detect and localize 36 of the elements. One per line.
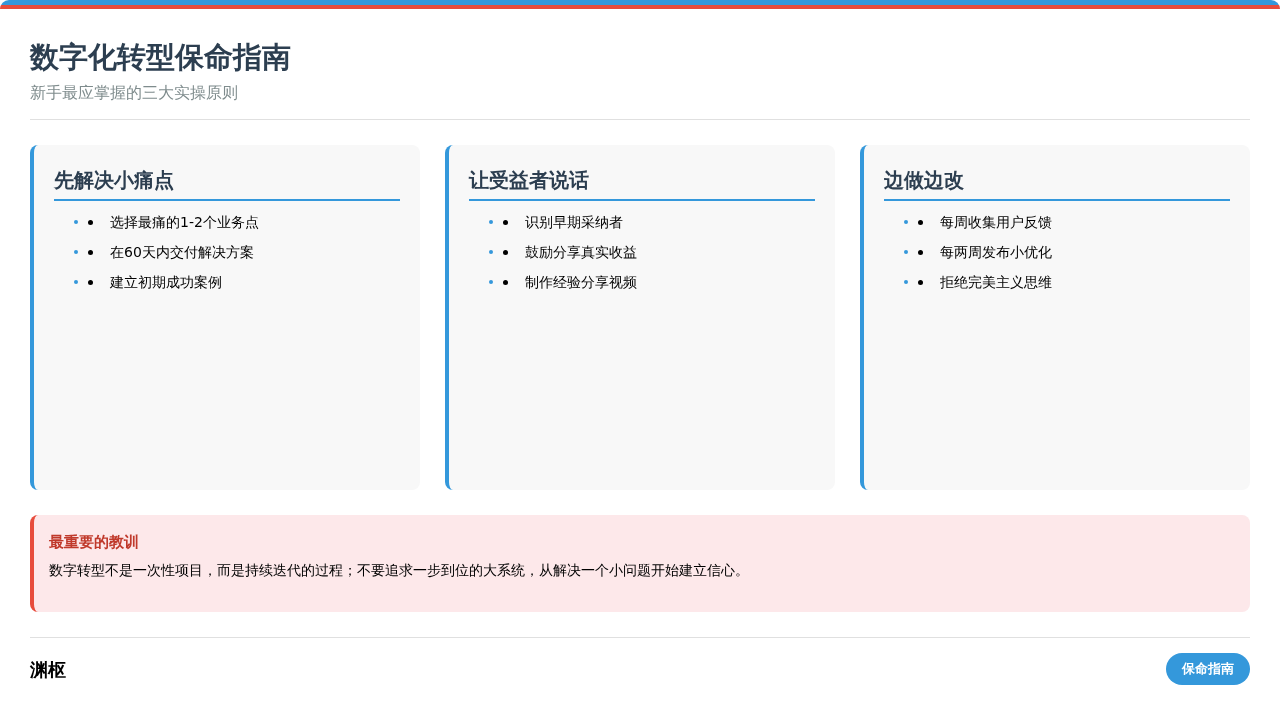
callout-title: 最重要的教训 bbox=[49, 532, 139, 553]
list-item-text: 识别早期采纳者 bbox=[525, 212, 623, 232]
bullet-icon bbox=[74, 250, 78, 254]
list-item-text: 在60天内交付解决方案 bbox=[110, 242, 254, 262]
bullet-icon bbox=[74, 280, 78, 284]
list-item-text: 制作经验分享视频 bbox=[525, 272, 637, 292]
bullet-icon bbox=[88, 249, 93, 255]
list-item-text: 选择最痛的1-2个业务点 bbox=[110, 212, 259, 232]
bullet-icon bbox=[503, 219, 508, 225]
card-title: 边做边改 bbox=[884, 165, 1230, 201]
page-subtitle: 新手最应掌握的三大实操原则 bbox=[30, 82, 239, 104]
brand-name: 渊枢 bbox=[30, 658, 66, 683]
list-item-text: 建立初期成功案例 bbox=[110, 272, 222, 292]
list-item-text: 鼓励分享真实收益 bbox=[525, 242, 637, 262]
bullet-icon bbox=[918, 249, 923, 255]
card-title: 让受益者说话 bbox=[469, 165, 815, 201]
page-title: 数字化转型保命指南 bbox=[30, 39, 292, 76]
bullet-icon bbox=[88, 219, 93, 225]
bullet-icon bbox=[904, 280, 908, 284]
callout-text: 数字转型不是一次性项目，而是持续迭代的过程；不要追求一步到位的大系统，从解决一个小问题开始建立信心。 bbox=[49, 560, 749, 580]
bullet-icon bbox=[904, 220, 908, 224]
bullet-icon bbox=[918, 219, 923, 225]
bullet-icon bbox=[74, 220, 78, 224]
bullet-icon bbox=[489, 250, 493, 254]
list-item-text: 每周收集用户反馈 bbox=[940, 212, 1052, 232]
bullet-icon bbox=[918, 279, 923, 285]
bullet-icon bbox=[489, 220, 493, 224]
guide-tag: 保命指南 bbox=[1166, 653, 1250, 685]
bullet-icon bbox=[503, 249, 508, 255]
bullet-icon bbox=[904, 250, 908, 254]
card-title: 先解决小痛点 bbox=[54, 165, 400, 201]
bullet-icon bbox=[489, 280, 493, 284]
bullet-icon bbox=[503, 279, 508, 285]
list-item-text: 拒绝完美主义思维 bbox=[940, 272, 1052, 292]
bullet-icon bbox=[88, 279, 93, 285]
list-item-text: 每两周发布小优化 bbox=[940, 242, 1052, 262]
